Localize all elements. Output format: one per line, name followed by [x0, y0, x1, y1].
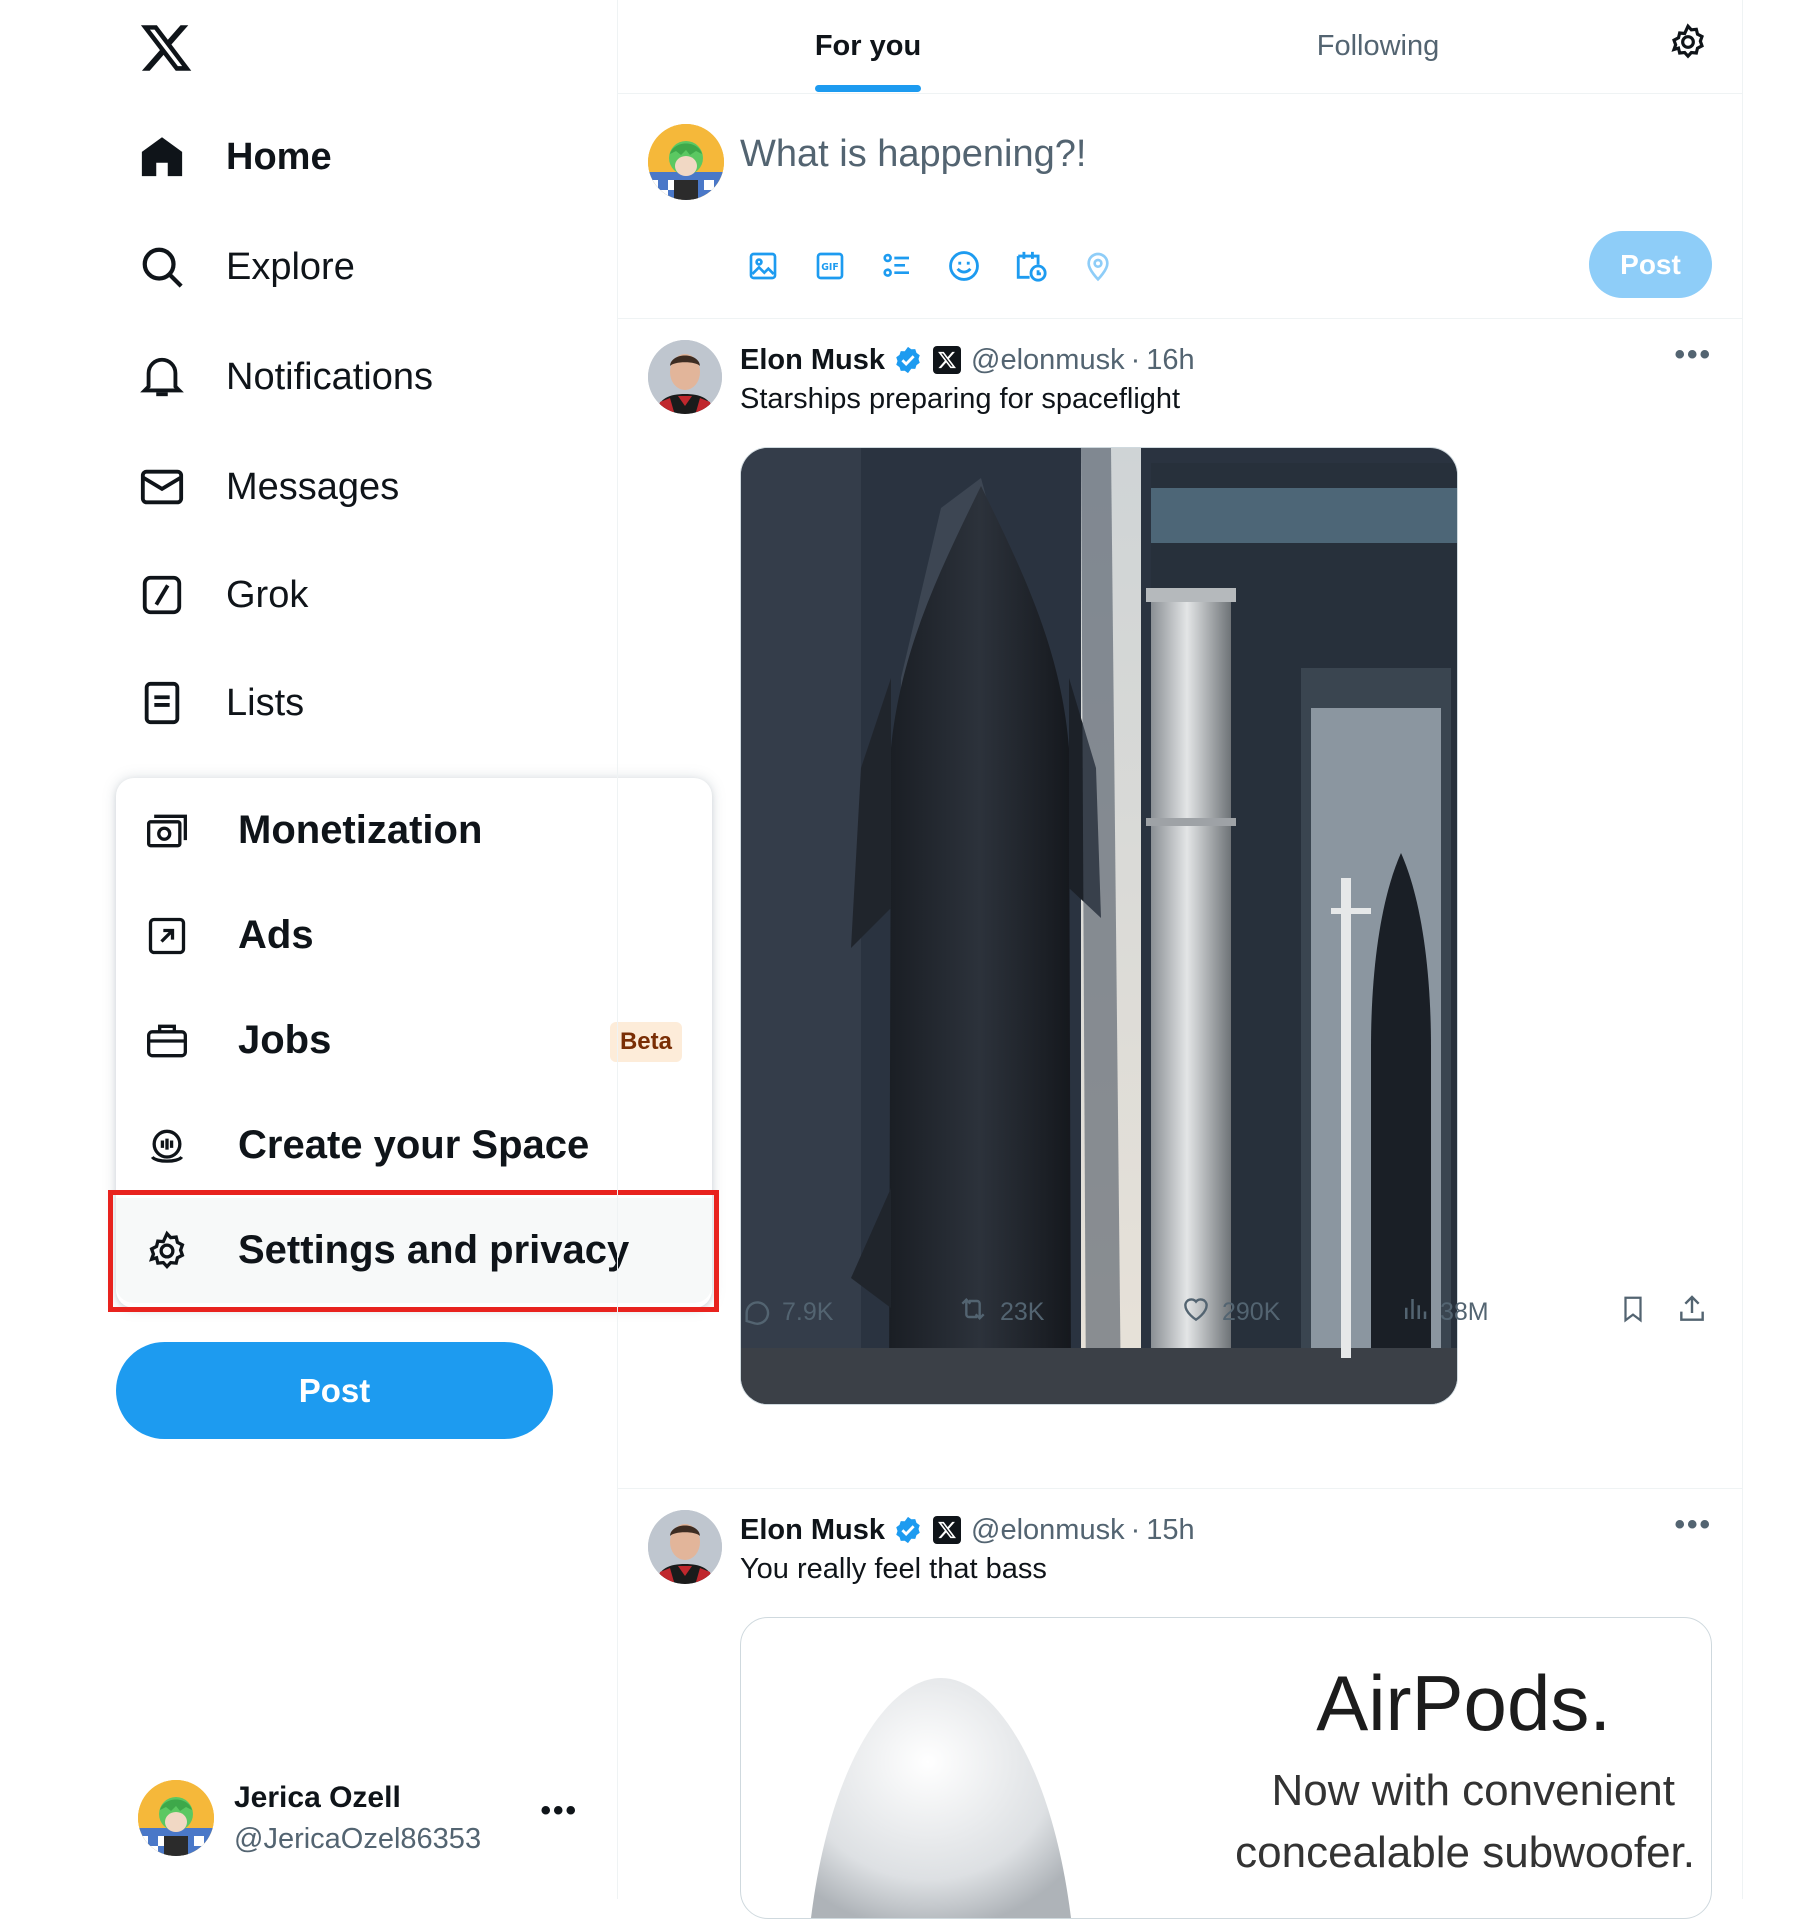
verified-badge-icon [893, 345, 923, 375]
x-affiliate-badge-icon [933, 1516, 962, 1544]
left-navigation: Home Explore Notifications Messages Grok… [0, 0, 719, 1899]
briefcase-icon [144, 1018, 190, 1064]
image-icon[interactable] [740, 243, 786, 289]
bookmark-icon[interactable] [1618, 1293, 1648, 1325]
account-handle: @JericaOzel86353 [234, 1822, 482, 1855]
menu-label: Jobs [238, 1018, 332, 1062]
nav-label: Messages [226, 465, 400, 508]
tweet-handle[interactable]: @elonmusk [971, 1514, 1125, 1547]
space-mic-icon [144, 1123, 190, 1169]
tweet-text: You really feel that bass [740, 1553, 1047, 1585]
tab-for-you[interactable]: For you [618, 0, 1118, 93]
more-dots-icon[interactable]: ••• [540, 1794, 578, 1828]
tweet-actions: 7.9K 23K 290K 38M [740, 1293, 1712, 1337]
tweet-header: Elon Musk @elonmusk · 16h [740, 340, 1195, 380]
tweet-time[interactable]: 16h [1146, 344, 1194, 377]
home-icon [138, 133, 186, 181]
svg-text:GIF: GIF [821, 262, 839, 273]
grok-icon [138, 571, 186, 619]
timeline-tabs: For you Following [618, 0, 1742, 94]
timeline-column: For you Following What is happening?! GI… [617, 0, 1743, 1919]
tweet-author-name[interactable]: Elon Musk [740, 344, 885, 377]
tweet-handle[interactable]: @elonmusk [971, 344, 1125, 377]
ads-arrow-icon [144, 913, 190, 959]
account-switcher[interactable]: Jerica Ozell @JericaOzel86353 ••• [138, 1780, 578, 1856]
nav-item-messages[interactable]: Messages [138, 452, 399, 522]
x-affiliate-badge-icon [933, 346, 962, 374]
ad-line-1: Now with convenient [1271, 1766, 1675, 1815]
repost-icon [956, 1293, 990, 1332]
reply-button[interactable]: 7.9K [740, 1293, 833, 1332]
more-dots-icon[interactable]: ••• [1674, 338, 1712, 372]
mail-icon [138, 463, 186, 511]
reply-icon [740, 1293, 772, 1332]
schedule-icon[interactable] [1008, 243, 1054, 289]
compose-input[interactable]: What is happening?! [740, 133, 1086, 176]
tweet[interactable]: Elon Musk @elonmusk · 15h ••• You really… [618, 1488, 1742, 1919]
avatar[interactable] [648, 340, 722, 414]
nav-item-explore[interactable]: Explore [138, 232, 355, 302]
share-icon[interactable] [1676, 1293, 1708, 1325]
account-name: Jerica Ozell [234, 1780, 401, 1814]
money-icon [144, 808, 190, 854]
verified-badge-icon [893, 1515, 923, 1545]
separator: · [1130, 343, 1141, 376]
avatar[interactable] [648, 124, 724, 200]
tweet-header: Elon Musk @elonmusk · 15h [740, 1510, 1195, 1550]
nav-label: Grok [226, 573, 309, 616]
ad-line-2: concealable subwoofer. [1235, 1828, 1695, 1877]
reply-count: 7.9K [782, 1298, 834, 1326]
tweet-text: Starships preparing for spaceflight [740, 383, 1181, 415]
views-button[interactable]: 38M [1400, 1293, 1489, 1332]
poll-icon[interactable] [874, 243, 920, 289]
heart-icon [1180, 1293, 1212, 1332]
tweet-image-starships[interactable] [740, 447, 1458, 1405]
like-button[interactable]: 290K [1180, 1293, 1280, 1332]
views-count: 38M [1440, 1298, 1489, 1326]
tweet-author-name[interactable]: Elon Musk [740, 1514, 885, 1547]
ad-title: AirPods. [1316, 1659, 1611, 1747]
separator: · [1130, 1513, 1141, 1546]
compose-toolbar: GIF [740, 243, 1142, 289]
menu-label: Create your Space [238, 1123, 590, 1167]
nav-item-notifications[interactable]: Notifications [138, 342, 433, 412]
emoji-icon[interactable] [941, 243, 987, 289]
nav-label: Lists [226, 681, 305, 724]
x-logo-icon[interactable] [138, 20, 194, 76]
avatar[interactable] [648, 1510, 722, 1584]
nav-label: Explore [226, 245, 355, 288]
compose-post-button[interactable]: Post [1589, 231, 1712, 298]
more-dots-icon[interactable]: ••• [1674, 1508, 1712, 1542]
tweet[interactable]: Elon Musk @elonmusk · 16h ••• Starships … [618, 318, 1742, 1489]
tweet-image-airpods[interactable]: AirPods. Now with convenient concealable… [740, 1617, 1712, 1919]
post-button[interactable]: Post [116, 1342, 553, 1439]
gif-icon[interactable]: GIF [807, 243, 853, 289]
menu-label: Settings and privacy [238, 1228, 630, 1272]
nav-label: Home [226, 135, 332, 178]
views-chart-icon [1400, 1293, 1430, 1332]
location-icon[interactable] [1075, 243, 1121, 289]
active-tab-indicator [815, 85, 921, 92]
repost-button[interactable]: 23K [956, 1293, 1044, 1332]
like-count: 290K [1222, 1298, 1281, 1326]
nav-item-home[interactable]: Home [138, 122, 332, 192]
menu-label: Monetization [238, 808, 483, 852]
composer: What is happening?! GIF Post [618, 93, 1742, 319]
search-icon [138, 243, 186, 291]
avatar [138, 1780, 214, 1856]
nav-item-lists[interactable]: Lists [138, 668, 304, 738]
repost-count: 23K [1000, 1298, 1045, 1326]
gear-icon [144, 1228, 190, 1274]
list-icon [138, 679, 186, 727]
menu-label: Ads [238, 913, 314, 957]
nav-item-grok[interactable]: Grok [138, 560, 308, 630]
bell-icon [138, 353, 186, 401]
tab-following[interactable]: Following [1118, 0, 1638, 93]
tweet-time[interactable]: 15h [1146, 1514, 1194, 1547]
timeline-settings-gear-icon[interactable] [1668, 22, 1712, 66]
nav-label: Notifications [226, 355, 433, 398]
